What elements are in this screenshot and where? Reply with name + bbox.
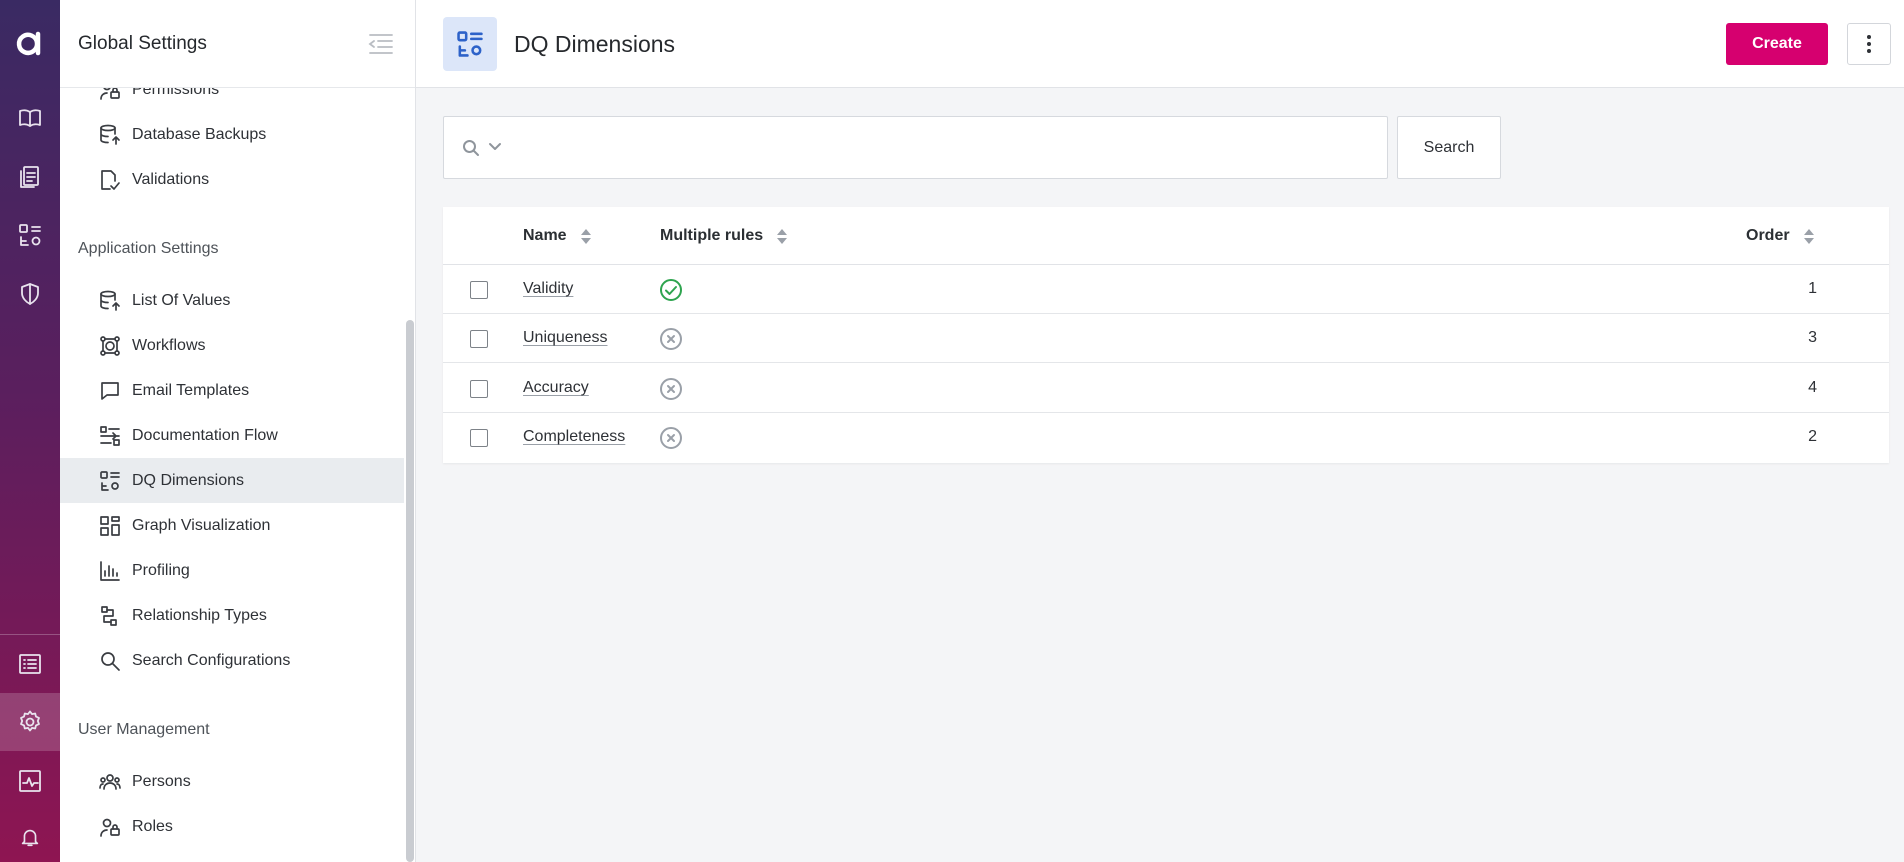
sidebar-item-documentation-flow[interactable]: Documentation Flow <box>60 413 404 458</box>
row-order: 4 <box>1808 379 1817 396</box>
database-backup-icon <box>98 123 122 147</box>
persons-icon <box>98 770 122 794</box>
chevron-down-icon[interactable] <box>488 141 502 153</box>
sidebar-item-roles[interactable]: Roles <box>60 804 404 849</box>
search-icon <box>463 140 479 156</box>
sidebar-item-graph-visualization[interactable]: Graph Visualization <box>60 503 404 548</box>
sidebar-item-label: Email Templates <box>132 381 250 399</box>
sidebar-scrollbar-thumb[interactable] <box>406 320 414 862</box>
sidebar-item-workflows[interactable]: Workflows <box>60 323 404 368</box>
search-button[interactable]: Search <box>1397 116 1501 179</box>
sidebar-item-label: Validations <box>132 170 210 188</box>
app-rail <box>0 0 60 862</box>
relationship-types-icon <box>98 604 122 628</box>
create-button[interactable]: Create <box>1726 23 1828 65</box>
sidebar-item-label: Roles <box>132 817 173 835</box>
list-icon[interactable] <box>0 635 60 693</box>
email-templates-icon <box>98 379 122 403</box>
search-configurations-icon <box>98 649 122 673</box>
dq-dimensions-table: Name Multiple rules Order Validity 1 Uni… <box>443 207 1889 463</box>
sidebar-item-label: Database Backups <box>132 125 267 143</box>
app-logo[interactable] <box>0 18 60 68</box>
sort-icon <box>1803 227 1814 245</box>
column-header-order[interactable]: Order <box>1746 227 1814 245</box>
sidebar-item-list-of-values[interactable]: List Of Values <box>60 278 404 323</box>
check-circle-icon <box>660 279 682 301</box>
search-field[interactable] <box>443 116 1388 179</box>
sidebar-item-validations[interactable]: Validations <box>60 157 404 202</box>
sidebar-item-profiling[interactable]: Profiling <box>60 548 404 593</box>
sidebar-item-label: Workflows <box>132 336 206 354</box>
sidebar-item-label: Graph Visualization <box>132 516 271 534</box>
bell-icon[interactable] <box>0 812 60 862</box>
table-header: Name Multiple rules Order <box>443 207 1889 265</box>
row-checkbox[interactable] <box>470 330 488 348</box>
graph-visualization-icon <box>98 514 122 538</box>
row-checkbox[interactable] <box>470 281 488 299</box>
sidebar-item-label: Relationship Types <box>132 606 267 624</box>
documents-icon[interactable] <box>0 148 60 206</box>
row-order: 2 <box>1808 428 1817 445</box>
validations-icon <box>98 168 122 192</box>
table-row[interactable]: Validity 1 <box>443 265 1889 314</box>
roles-icon <box>98 815 122 839</box>
sidebar-item-persons[interactable]: Persons <box>60 759 404 804</box>
table-row[interactable]: Completeness 2 <box>443 413 1889 462</box>
row-name-link[interactable]: Accuracy <box>523 379 589 397</box>
settings-sidebar: Global Settings Permissions Database Bac… <box>60 0 416 862</box>
shield-icon[interactable] <box>0 265 60 323</box>
collapse-sidebar-button[interactable] <box>366 32 394 56</box>
sidebar-item-label: List Of Values <box>132 291 231 309</box>
sort-icon <box>580 227 591 245</box>
table-row[interactable]: Uniqueness 3 <box>443 314 1889 363</box>
x-circle-icon <box>660 328 682 350</box>
dq-rail-icon[interactable] <box>0 206 60 264</box>
book-icon[interactable] <box>0 89 60 147</box>
sidebar-item-label: Persons <box>132 772 191 790</box>
settings-gear-icon[interactable] <box>0 693 60 751</box>
more-options-button[interactable] <box>1847 23 1891 65</box>
row-checkbox[interactable] <box>470 380 488 398</box>
dq-dimensions-icon <box>443 17 497 71</box>
sidebar-item-search-configurations[interactable]: Search Configurations <box>60 638 404 683</box>
sidebar-item-relationship-types[interactable]: Relationship Types <box>60 593 404 638</box>
sidebar-item-label: Documentation Flow <box>132 426 278 444</box>
kebab-menu-icon <box>1867 35 1871 53</box>
workflows-icon <box>98 334 122 358</box>
row-order: 1 <box>1808 280 1817 297</box>
x-circle-icon <box>660 378 682 400</box>
row-name-link[interactable]: Completeness <box>523 428 625 446</box>
monitor-icon[interactable] <box>0 752 60 810</box>
sidebar-item-database-backups[interactable]: Database Backups <box>60 112 404 157</box>
profiling-icon <box>98 559 122 583</box>
section-application-settings: Application Settings <box>78 240 219 257</box>
sidebar-item-label: Search Configurations <box>132 651 291 669</box>
documentation-flow-icon <box>98 424 122 448</box>
page-header: DQ Dimensions Create <box>416 0 1904 88</box>
sort-icon <box>777 227 788 245</box>
dq-dimensions-icon <box>98 469 122 493</box>
column-header-label: Multiple rules <box>660 227 764 244</box>
sidebar-item-email-templates[interactable]: Email Templates <box>60 368 404 413</box>
sidebar-item-label: Profiling <box>132 561 190 579</box>
sidebar-item-dq-dimensions[interactable]: DQ Dimensions <box>60 458 404 503</box>
list-of-values-icon <box>98 289 122 313</box>
row-name-link[interactable]: Validity <box>523 280 573 298</box>
search-input[interactable] <box>514 127 1374 169</box>
column-header-label: Name <box>523 227 567 244</box>
column-header-multiple-rules[interactable]: Multiple rules <box>660 227 788 245</box>
table-row[interactable]: Accuracy 4 <box>443 364 1889 413</box>
page-title: DQ Dimensions <box>514 31 676 57</box>
x-circle-icon <box>660 427 682 449</box>
row-checkbox[interactable] <box>470 429 488 447</box>
column-header-label: Order <box>1746 227 1790 244</box>
sidebar-item-label: DQ Dimensions <box>132 471 245 489</box>
section-user-management: User Management <box>78 721 210 738</box>
column-header-name[interactable]: Name <box>523 227 591 245</box>
row-name-link[interactable]: Uniqueness <box>523 329 608 347</box>
sidebar-title: Global Settings <box>78 33 207 54</box>
row-order: 3 <box>1808 329 1817 346</box>
sidebar-header: Global Settings <box>60 0 415 88</box>
